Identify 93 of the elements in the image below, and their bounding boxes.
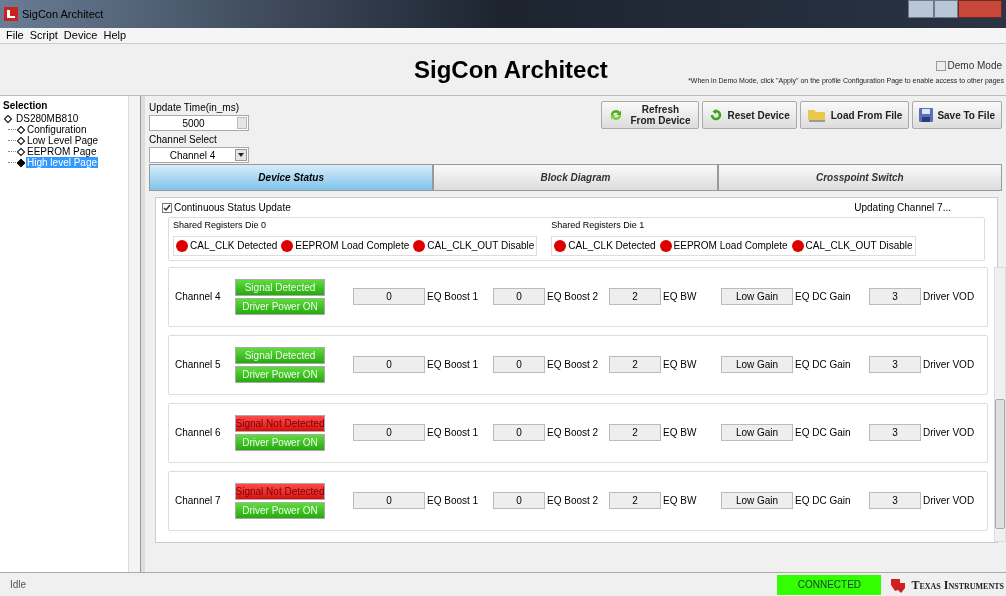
field-label: EQ DC Gain [795, 494, 852, 509]
value-field: 0 [353, 492, 425, 510]
window-title: SigCon Architect [22, 6, 104, 22]
tab[interactable]: Device Status [149, 164, 434, 191]
field-label: EQ DC Gain [795, 290, 852, 305]
reset-icon [709, 108, 724, 122]
signal-indicator: Signal Not Detected [235, 414, 325, 432]
checkmark-icon [163, 203, 171, 212]
value-field: 3 [869, 356, 921, 374]
field-label: Driver VOD [923, 426, 976, 441]
field-label: Driver VOD [923, 290, 976, 305]
driver-power-indicator: Driver Power ON [235, 297, 325, 315]
value-field: 0 [493, 492, 545, 510]
field-label: EQ BW [663, 290, 698, 305]
channel-name: Channel 4 [175, 290, 222, 305]
channel-name: Channel 5 [175, 358, 222, 373]
value-field: 3 [869, 288, 921, 306]
value-field: 2 [609, 424, 661, 442]
tree-item[interactable]: DS280MB810 [15, 113, 80, 124]
menu-item[interactable]: Script [29, 27, 58, 44]
value-field: 3 [869, 492, 921, 510]
value-field: 0 [493, 424, 545, 442]
value-field: 0 [353, 356, 425, 374]
driver-power-indicator: Driver Power ON [235, 433, 325, 451]
led-label: CAL_CLK Detected [190, 239, 278, 253]
signal-indicator: Signal Detected [235, 346, 325, 364]
toolbar-button[interactable]: Refresh From Device [601, 101, 700, 129]
update-time-spinner[interactable]: 5000 [149, 115, 249, 131]
value-field: 2 [609, 356, 661, 374]
field-label: EQ DC Gain [795, 358, 852, 373]
value-field: Low Gain [721, 492, 793, 510]
app-icon [4, 7, 18, 21]
tree-item[interactable]: Configuration [26, 124, 88, 135]
toolbar-button[interactable]: Save To File [912, 101, 1002, 129]
value-field: 0 [493, 288, 545, 306]
driver-power-indicator: Driver Power ON [235, 501, 325, 519]
toolbar-button[interactable]: Reset Device [702, 101, 797, 129]
tab[interactable]: Block Diagram [433, 164, 718, 191]
tree-item[interactable]: EEPROM Page [26, 146, 98, 157]
signal-indicator: Signal Not Detected [235, 482, 325, 500]
brand-name: Texas Instruments [911, 576, 1004, 594]
led-label: CAL_CLK_OUT Disable [427, 239, 535, 253]
field-label: EQ Boost 2 [547, 358, 600, 373]
value-field: Low Gain [721, 356, 793, 374]
field-label: EQ Boost 1 [427, 494, 480, 509]
value-field: 3 [869, 424, 921, 442]
field-label: EQ DC Gain [795, 426, 852, 441]
field-label: Driver VOD [923, 358, 976, 373]
led-label: EEPROM Load Complete [295, 239, 410, 253]
field-label: EQ BW [663, 358, 698, 373]
channel-name: Channel 6 [175, 426, 222, 441]
field-label: EQ Boost 2 [547, 290, 600, 305]
continuous-update-checkbox[interactable]: Continuous Status Update [162, 200, 291, 215]
value-field: 0 [353, 288, 425, 306]
channel-select-label: Channel Select [149, 133, 218, 147]
update-time-label: Update Time(in_ms) [149, 101, 241, 115]
value-field: 2 [609, 492, 661, 510]
app-heading: SigCon Architect [414, 55, 608, 85]
group-title: Shared Registers Die 1 [551, 219, 646, 232]
signal-indicator: Signal Detected [235, 278, 325, 296]
led-label: EEPROM Load Complete [673, 239, 788, 253]
led-label: CAL_CLK_OUT Disable [805, 239, 913, 253]
menu-item[interactable]: Help [103, 27, 127, 44]
toolbar-button[interactable]: Load From File [799, 101, 910, 129]
channel-select-dropdown[interactable]: Channel 4 [149, 147, 249, 163]
menu-item[interactable]: File [6, 27, 24, 44]
menu-item[interactable]: Device [63, 27, 98, 44]
connection-status: CONNECTED [777, 574, 882, 595]
sidebar-title: Selection [2, 99, 49, 113]
value-field: Low Gain [721, 424, 793, 442]
tab[interactable]: Crosspoint Switch [717, 164, 1002, 191]
channel-name: Channel 7 [175, 494, 222, 509]
field-label: EQ BW [663, 494, 698, 509]
driver-power-indicator: Driver Power ON [235, 365, 325, 383]
tree-item[interactable]: Low Level Page [26, 135, 100, 146]
tree-node-icon [16, 158, 26, 167]
field-label: Driver VOD [923, 494, 976, 509]
field-label: EQ Boost 2 [547, 426, 600, 441]
value-field: 2 [609, 288, 661, 306]
field-label: EQ BW [663, 426, 698, 441]
value-field: Low Gain [721, 288, 793, 306]
field-label: EQ Boost 1 [427, 358, 480, 373]
value-field: 0 [493, 356, 545, 374]
window-controls[interactable] [908, 0, 1002, 18]
value-field: 0 [353, 424, 425, 442]
field-label: EQ Boost 1 [427, 290, 480, 305]
demo-mode-checkbox[interactable]: Demo Mode [935, 58, 1002, 73]
updating-status: Updating Channel 7... [854, 201, 951, 215]
led-label: CAL_CLK Detected [568, 239, 656, 253]
field-label: EQ Boost 2 [547, 494, 600, 509]
field-label: EQ Boost 1 [427, 426, 480, 441]
status-text: Idle [10, 578, 27, 592]
group-title: Shared Registers Die 0 [173, 219, 268, 232]
